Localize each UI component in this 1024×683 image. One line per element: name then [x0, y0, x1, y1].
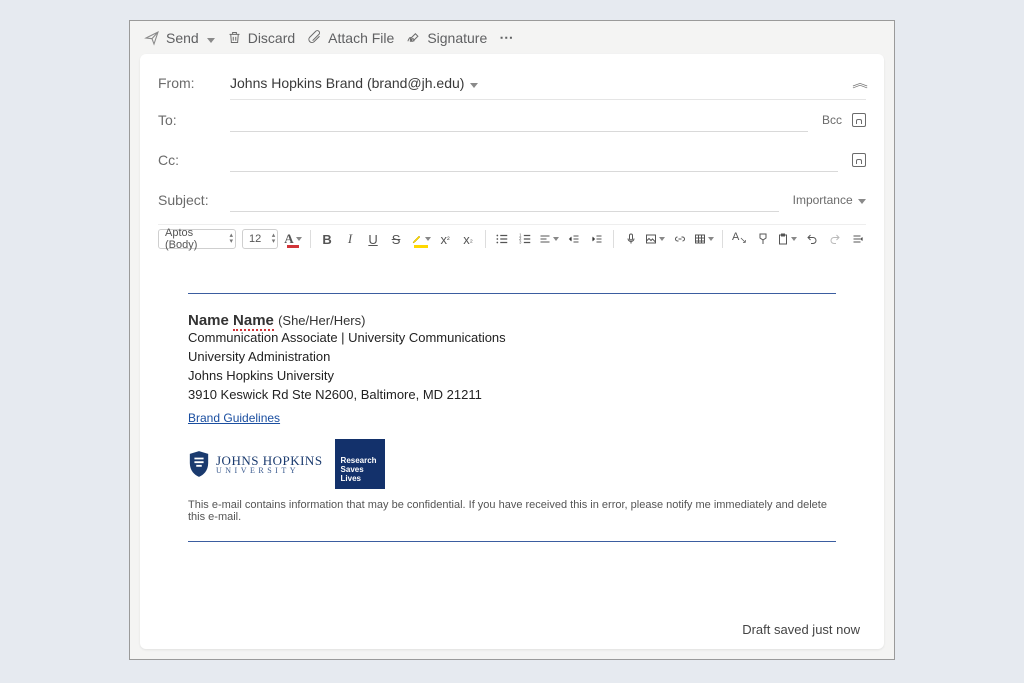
superscript-button[interactable]: x² — [437, 229, 454, 249]
insert-picture-button[interactable] — [645, 229, 665, 249]
cc-row: Cc: — [158, 140, 866, 180]
trash-icon — [227, 30, 242, 45]
send-label: Send — [166, 30, 199, 46]
from-account-selector[interactable]: Johns Hopkins Brand (brand@jh.edu) — [230, 75, 478, 91]
dictate-button[interactable] — [622, 229, 639, 249]
cc-label: Cc: — [158, 152, 216, 168]
bcc-toggle[interactable]: Bcc — [822, 113, 842, 127]
logo-line2: UNIVERSITY — [216, 467, 323, 475]
insert-link-button[interactable] — [671, 229, 688, 249]
font-size-value: 12 — [249, 233, 261, 245]
subject-input[interactable] — [230, 188, 779, 212]
compose-card: From: Johns Hopkins Brand (brand@jh.edu)… — [140, 54, 884, 649]
discard-button[interactable]: Discard — [227, 30, 295, 46]
cc-input[interactable] — [230, 148, 838, 172]
collapse-header-button[interactable]: ︽ — [852, 74, 868, 91]
format-toolbar: Aptos (Body) ▴▾ 12 ▴▾ A B I U S x² x₂ 12… — [158, 224, 866, 257]
sig-title: Communication Associate | University Com… — [188, 329, 836, 348]
jhu-logo: JOHNS HOPKINS UNIVERSITY — [188, 450, 323, 478]
more-options-button[interactable]: ⋯ — [499, 29, 515, 46]
from-value-text: Johns Hopkins Brand (brand@jh.edu) — [230, 75, 464, 91]
from-label: From: — [158, 75, 216, 91]
underline-button[interactable]: U — [365, 229, 382, 249]
outdent-button[interactable] — [565, 229, 582, 249]
font-family-selector[interactable]: Aptos (Body) ▴▾ — [158, 229, 236, 249]
sig-division: University Administration — [188, 348, 836, 367]
attach-label: Attach File — [328, 30, 394, 46]
insert-table-button[interactable] — [694, 229, 714, 249]
main-toolbar: Send Discard Attach File Signature ⋯ — [130, 21, 894, 54]
to-input[interactable] — [230, 108, 808, 132]
importance-label: Importance — [793, 193, 853, 207]
svg-text:3: 3 — [519, 240, 522, 245]
clear-format-button[interactable]: A↘ — [731, 229, 748, 249]
address-book-icon[interactable] — [852, 153, 866, 167]
subject-row: Subject: Importance — [158, 180, 866, 220]
paperclip-icon — [307, 30, 322, 45]
bullet-list-button[interactable] — [493, 229, 510, 249]
importance-selector[interactable]: Importance — [793, 193, 866, 207]
signature-button[interactable]: Signature — [406, 30, 487, 46]
font-color-button[interactable]: A — [284, 229, 301, 249]
sig-pronouns: (She/Her/Hers) — [278, 313, 365, 328]
logo-line1: JOHNS HOPKINS — [216, 454, 323, 467]
font-family-value: Aptos (Body) — [165, 227, 219, 251]
italic-button[interactable]: I — [342, 229, 359, 249]
number-list-button[interactable]: 123 — [516, 229, 533, 249]
sig-first-name: Name — [188, 312, 229, 329]
sig-org: Johns Hopkins University — [188, 367, 836, 386]
sig-address: 3910 Keswick Rd Ste N2600, Baltimore, MD… — [188, 386, 836, 405]
indent-button[interactable] — [588, 229, 605, 249]
rsl-line2: Saves — [341, 465, 379, 474]
brand-guidelines-link[interactable]: Brand Guidelines — [188, 411, 280, 425]
from-row: From: Johns Hopkins Brand (brand@jh.edu)… — [158, 66, 866, 99]
strikethrough-button[interactable]: S — [388, 229, 405, 249]
undo-button[interactable] — [803, 229, 820, 249]
to-label: To: — [158, 112, 216, 128]
bold-button[interactable]: B — [319, 229, 336, 249]
signature-logos: JOHNS HOPKINS UNIVERSITY Research Saves … — [188, 439, 836, 489]
paste-button[interactable] — [777, 229, 797, 249]
signature-icon — [406, 30, 421, 45]
attach-button[interactable]: Attach File — [307, 30, 394, 46]
chevron-down-icon — [468, 75, 478, 91]
signature-label: Signature — [427, 30, 487, 46]
research-saves-lives-logo: Research Saves Lives — [335, 439, 385, 489]
send-button[interactable]: Send — [144, 30, 215, 46]
styles-button[interactable] — [754, 229, 771, 249]
divider-line — [188, 293, 836, 294]
send-icon — [144, 30, 160, 46]
format-options-button[interactable] — [849, 229, 866, 249]
compose-window: Send Discard Attach File Signature ⋯ — [129, 20, 895, 660]
chevron-down-icon — [205, 30, 215, 46]
chevron-down-icon — [856, 193, 866, 207]
ellipsis-icon: ⋯ — [499, 29, 515, 46]
draft-status: Draft saved just now — [158, 612, 866, 641]
discard-label: Discard — [248, 30, 295, 46]
font-size-selector[interactable]: 12 ▴▾ — [242, 229, 278, 249]
redo-button[interactable] — [826, 229, 843, 249]
address-book-icon[interactable] — [852, 113, 866, 127]
divider-line — [188, 541, 836, 542]
confidentiality-disclaimer: This e-mail contains information that ma… — [188, 499, 836, 523]
highlight-button[interactable] — [411, 229, 431, 249]
signature-name: Name Name (She/Her/Hers) — [188, 312, 836, 329]
to-row: To: Bcc — [158, 100, 866, 140]
spinner-icon: ▴▾ — [272, 231, 276, 247]
shield-icon — [188, 450, 210, 478]
subject-label: Subject: — [158, 192, 216, 208]
align-button[interactable] — [539, 229, 559, 249]
subscript-button[interactable]: x₂ — [460, 229, 477, 249]
rsl-line3: Lives — [341, 474, 379, 483]
rsl-line1: Research — [341, 456, 379, 465]
message-body[interactable]: Name Name (She/Her/Hers) Communication A… — [158, 257, 866, 612]
spinner-icon: ▴▾ — [230, 231, 234, 247]
